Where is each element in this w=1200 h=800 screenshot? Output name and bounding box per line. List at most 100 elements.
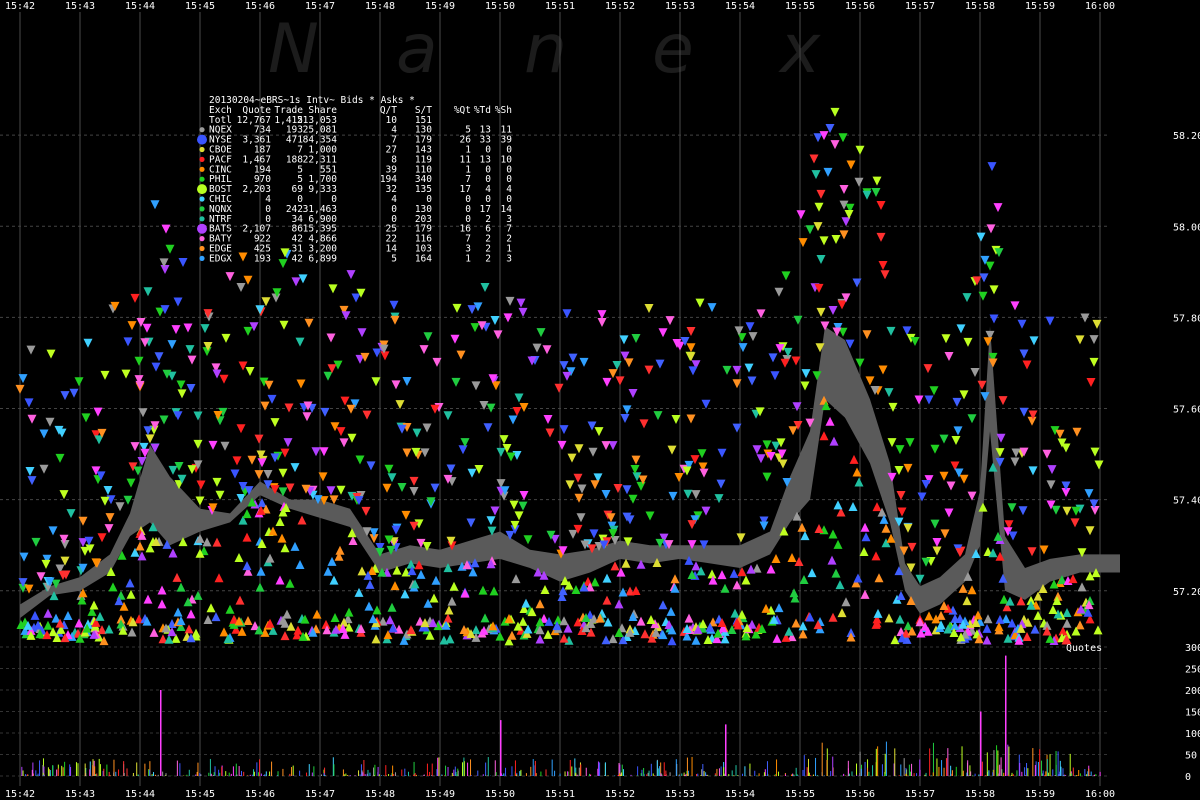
x-tick-label-top: 15:44 — [125, 1, 155, 12]
volume-bar — [1045, 771, 1047, 776]
stats-row-cell: 42 — [292, 253, 303, 264]
volume-bar — [790, 774, 792, 776]
volume-peak-bar — [500, 720, 502, 776]
volume-bar — [1071, 773, 1073, 776]
volume-bar — [212, 775, 214, 776]
volume-bar — [213, 772, 215, 776]
volume-bar — [1041, 760, 1043, 776]
volume-bar — [123, 772, 125, 776]
volume-bar — [773, 775, 775, 776]
volume-bar — [1021, 771, 1023, 776]
volume-y-tick-label: 250 — [1185, 665, 1200, 676]
volume-bar — [806, 767, 808, 776]
volume-bar — [758, 773, 760, 776]
volume-bar — [263, 775, 265, 776]
exchange-color-dot — [199, 146, 205, 153]
volume-bar — [94, 774, 96, 776]
volume-bar — [847, 760, 849, 776]
volume-bar — [126, 768, 128, 776]
volume-bar — [968, 775, 970, 776]
x-tick-label-top: 16:00 — [1085, 1, 1115, 12]
volume-bar — [445, 765, 447, 776]
exchange-color-dot — [199, 196, 205, 202]
volume-bar — [1054, 775, 1056, 776]
volume-bar — [253, 771, 255, 776]
volume-bar — [884, 773, 886, 776]
exchange-color-dot — [199, 176, 205, 182]
volume-bar — [803, 755, 805, 776]
volume-bar — [554, 770, 556, 776]
volume-bar — [453, 769, 455, 776]
volume-bar — [540, 771, 542, 776]
exchange-color-dot — [199, 245, 205, 252]
volume-bar — [43, 774, 45, 776]
volume-bar — [21, 766, 23, 776]
x-tick-label-top: 15:55 — [785, 1, 815, 12]
volume-bar — [438, 757, 440, 776]
volume-bar — [1007, 774, 1009, 776]
volume-bar — [866, 767, 868, 776]
volume-bar — [354, 775, 356, 776]
y-tick-label: 57.60 — [1173, 405, 1200, 416]
volume-bar — [648, 770, 650, 776]
volume-bar — [1075, 775, 1077, 776]
volume-y-tick-label: 300 — [1185, 643, 1200, 654]
volume-bar — [247, 775, 249, 776]
volume-bar — [950, 765, 952, 776]
volume-bar — [1084, 768, 1086, 776]
x-tick-label-bottom: 15:45 — [185, 789, 215, 800]
volume-bar — [1042, 770, 1044, 776]
volume-bar — [342, 769, 344, 776]
volume-bar — [162, 771, 164, 776]
volume-bar — [1072, 767, 1074, 776]
stats-row-cell: 5 — [391, 253, 397, 264]
volume-bar — [795, 767, 797, 776]
volume-bar — [103, 768, 105, 776]
volume-bar — [986, 752, 988, 776]
volume-bar — [323, 772, 325, 776]
volume-bar — [654, 775, 656, 776]
volume-bar — [868, 771, 870, 776]
volume-bar — [477, 770, 479, 776]
volume-bar — [599, 762, 601, 776]
volume-peak-bar — [725, 724, 727, 776]
volume-bar — [706, 774, 708, 776]
watermark-letter: n — [524, 10, 567, 89]
volume-bar — [186, 774, 188, 776]
x-tick-label-top: 15:48 — [365, 1, 395, 12]
volume-bar — [405, 775, 407, 776]
volume-bar — [821, 742, 823, 776]
volume-bar — [702, 764, 704, 776]
volume-bar — [447, 767, 449, 776]
volume-bar — [1027, 768, 1029, 776]
x-tick-label-bottom: 15:43 — [65, 789, 95, 800]
volume-bar — [269, 771, 271, 776]
x-tick-label-top: 15:43 — [65, 1, 95, 12]
volume-bar — [640, 773, 642, 776]
volume-bar — [232, 766, 234, 776]
stats-row-cell: 3 — [506, 253, 512, 264]
volume-bar — [413, 774, 415, 776]
volume-bar — [778, 771, 780, 776]
volume-bar — [1044, 774, 1046, 776]
volume-bar — [875, 748, 877, 776]
volume-bar — [144, 763, 146, 776]
x-tick-label-bottom: 15:59 — [1025, 789, 1055, 800]
volume-bar — [619, 773, 621, 776]
volume-bar — [115, 771, 117, 776]
y-tick-label: 58.00 — [1173, 222, 1200, 233]
volume-bar — [200, 774, 202, 776]
volume-bar — [1007, 744, 1009, 776]
volume-bar — [502, 774, 504, 776]
volume-bar — [292, 765, 294, 776]
volume-bar — [291, 767, 293, 776]
volume-y-tick-label: 150 — [1185, 708, 1200, 719]
volume-bar — [763, 772, 765, 776]
x-tick-label-top: 15:54 — [725, 1, 755, 12]
volume-bar — [208, 772, 210, 776]
volume-bar — [153, 772, 155, 776]
volume-bar — [1024, 767, 1026, 776]
y-tick-label: 57.20 — [1173, 587, 1200, 598]
volume-bar — [742, 773, 744, 776]
volume-bar — [209, 758, 211, 776]
